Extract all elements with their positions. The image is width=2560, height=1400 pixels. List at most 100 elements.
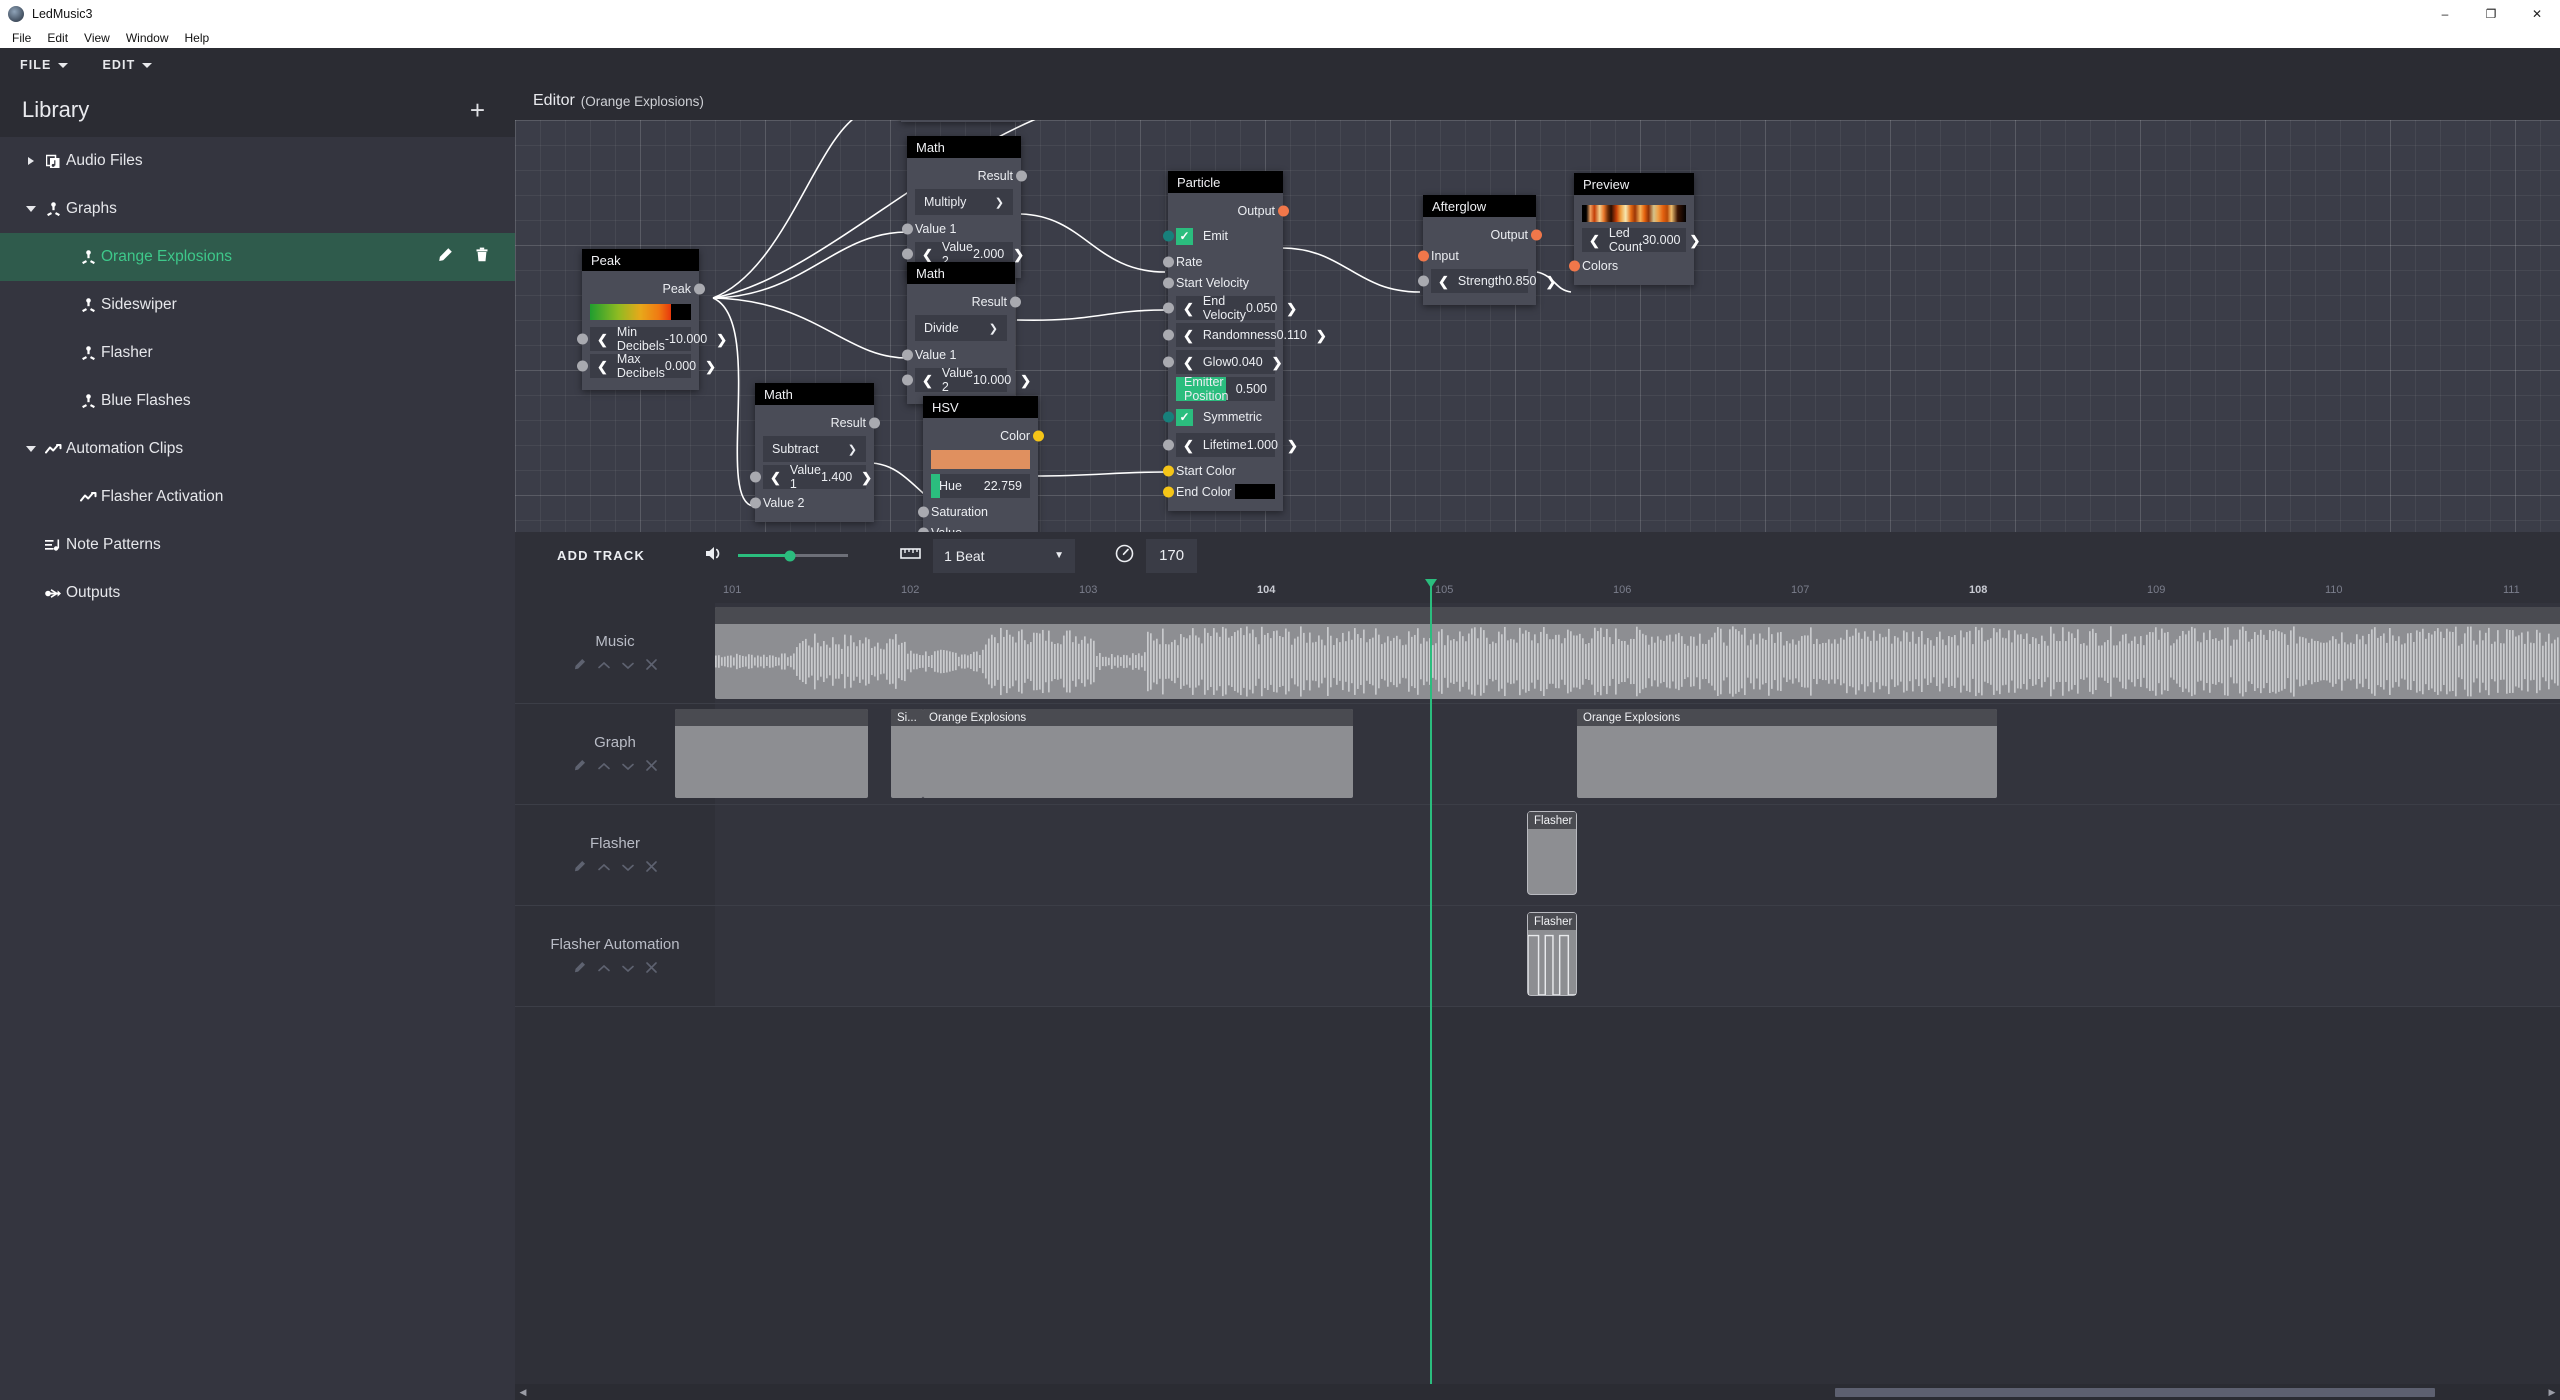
move-down-icon[interactable] — [622, 658, 634, 673]
input-pin[interactable] — [902, 249, 913, 260]
output-pin[interactable] — [694, 283, 705, 294]
chevron-left-icon[interactable]: ❮ — [922, 248, 933, 261]
symmetric-checkbox[interactable]: ✓ — [1176, 409, 1193, 426]
chevron-left-icon[interactable]: ❮ — [1183, 302, 1194, 315]
port-result-output[interactable]: Result — [915, 165, 1013, 186]
port-value1-input[interactable]: Value 1 — [915, 218, 1013, 239]
sidebar-item-orange-explosions[interactable]: Orange Explosions — [0, 233, 515, 281]
port-output[interactable]: Output — [1431, 224, 1528, 245]
menu-window[interactable]: Window — [118, 28, 177, 48]
chevron-right-icon[interactable]: ❯ — [1013, 248, 1024, 261]
maximize-button[interactable]: ❐ — [2468, 0, 2514, 28]
emit-checkbox[interactable]: ✓ — [1176, 228, 1193, 245]
sidebar-item-note-patterns[interactable]: Note Patterns — [0, 521, 515, 569]
node-particle[interactable]: Particle Output ✓ Emit Rate — [1168, 171, 1283, 511]
edit-icon[interactable] — [438, 247, 453, 267]
move-up-icon[interactable] — [598, 658, 610, 673]
chevron-down-icon[interactable] — [22, 446, 40, 452]
remove-icon[interactable] — [646, 759, 657, 774]
node-afterglow[interactable]: Afterglow Output Input ❮ Strength 0.8 — [1423, 195, 1536, 305]
input-pin[interactable] — [902, 349, 913, 360]
chevron-left-icon[interactable]: ❮ — [1183, 356, 1194, 369]
field-strength[interactable]: ❮ Strength 0.850 ❯ — [1431, 269, 1528, 293]
input-pin[interactable] — [1418, 276, 1429, 287]
playhead[interactable] — [1430, 603, 1432, 1384]
chevron-left-icon[interactable]: ❮ — [770, 471, 781, 484]
minimize-button[interactable]: – — [2422, 0, 2468, 28]
output-pin[interactable] — [1531, 229, 1542, 240]
node-hsv[interactable]: HSV Color Hue 22.759 Satu — [923, 396, 1038, 532]
operation-dropdown[interactable]: Divide ❯ — [915, 315, 1007, 341]
sidebar-item-flasher[interactable]: Flasher — [0, 329, 515, 377]
sidebar-item-automation-clips[interactable]: Automation Clips — [0, 425, 515, 473]
port-saturation-input[interactable]: Saturation — [931, 501, 1030, 522]
menu-file[interactable]: File — [4, 28, 39, 48]
remove-icon[interactable] — [646, 961, 657, 976]
port-value-input[interactable]: Value — [931, 522, 1030, 532]
playhead-ruler[interactable] — [1430, 579, 1432, 603]
edit-icon[interactable] — [574, 961, 586, 976]
timeline-clip[interactable]: Orange Explosions — [923, 709, 1353, 798]
field-value2[interactable]: ❮ Value 2 10.000 ❯ — [915, 368, 1007, 392]
node-graph-canvas[interactable]: Peak Peak ❮ Min Decibels -10.000 ❯ — [515, 120, 2560, 532]
scroll-right-icon[interactable]: ▶ — [2544, 1387, 2560, 1398]
output-pin[interactable] — [869, 417, 880, 428]
end-color-swatch[interactable] — [1235, 484, 1275, 499]
timeline-clip[interactable]: Si... — [891, 709, 923, 798]
move-down-icon[interactable] — [622, 961, 634, 976]
snap-select[interactable]: 1 Beat ▼ — [933, 539, 1075, 573]
field-emit[interactable]: ✓ Emit — [1176, 223, 1275, 249]
field-value1[interactable]: ❮ Value 1 1.400 ❯ — [763, 465, 866, 489]
node-math-multiply[interactable]: Math Result Multiply ❯ Value 1 — [907, 136, 1021, 278]
chevron-right-icon[interactable]: ❯ — [1020, 374, 1031, 387]
port-result-output[interactable]: Result — [763, 412, 866, 433]
port-colors-input[interactable]: Colors — [1582, 255, 1686, 276]
track-lane[interactable] — [715, 603, 2560, 703]
field-symmetric[interactable]: ✓ Symmetric — [1176, 404, 1275, 430]
track-lane[interactable]: Flasher — [715, 805, 2560, 905]
field-randomness[interactable]: ❮ Randomness 0.110 ❯ — [1176, 323, 1275, 347]
move-down-icon[interactable] — [622, 759, 634, 774]
sidebar-item-sideswiper[interactable]: Sideswiper — [0, 281, 515, 329]
move-up-icon[interactable] — [598, 759, 610, 774]
edit-icon[interactable] — [574, 759, 586, 774]
port-value2-input[interactable]: Value 2 — [763, 492, 866, 513]
field-min-decibels[interactable]: ❮ Min Decibels -10.000 ❯ — [590, 327, 691, 351]
output-pin[interactable] — [1278, 205, 1289, 216]
port-start-color-input[interactable]: Start Color — [1176, 460, 1275, 481]
operation-dropdown[interactable]: Subtract ❯ — [763, 436, 866, 462]
node-math-subtract[interactable]: Math Result Subtract ❯ ❮ Value 1 1.400 — [755, 383, 874, 522]
operation-dropdown[interactable]: Multiply ❯ — [915, 189, 1013, 215]
menu-edit[interactable]: Edit — [39, 28, 76, 48]
output-pin[interactable] — [1033, 430, 1044, 441]
chevron-right-icon[interactable] — [22, 157, 40, 165]
timeline-clip[interactable] — [715, 607, 2560, 699]
input-pin[interactable] — [1163, 231, 1174, 242]
node-offscreen-top[interactable] — [901, 120, 1021, 122]
scroll-thumb[interactable] — [1835, 1388, 2435, 1397]
sidebar-item-blue-flashes[interactable]: Blue Flashes — [0, 377, 515, 425]
chevron-down-icon[interactable] — [22, 206, 40, 212]
volume-slider[interactable] — [738, 554, 848, 557]
sidebar-item-flasher-activation[interactable]: Flasher Activation — [0, 473, 515, 521]
timeline-clip[interactable]: Orange Explosions — [1577, 709, 1997, 798]
timeline-clip[interactable] — [675, 709, 868, 798]
chevron-left-icon[interactable]: ❮ — [1183, 439, 1194, 452]
input-pin[interactable] — [750, 497, 761, 508]
input-pin[interactable] — [577, 334, 588, 345]
input-pin[interactable] — [1163, 412, 1174, 423]
chevron-left-icon[interactable]: ❮ — [1183, 329, 1194, 342]
move-down-icon[interactable] — [622, 860, 634, 875]
port-end-color-input[interactable]: End Color — [1176, 481, 1275, 502]
input-pin[interactable] — [577, 361, 588, 372]
scroll-left-icon[interactable]: ◀ — [515, 1387, 531, 1398]
input-pin[interactable] — [918, 506, 929, 517]
chevron-right-icon[interactable]: ❯ — [1689, 234, 1700, 247]
input-pin[interactable] — [1163, 465, 1174, 476]
horizontal-scrollbar[interactable]: ◀ ▶ — [515, 1384, 2560, 1400]
input-pin[interactable] — [902, 223, 913, 234]
menu-view[interactable]: View — [76, 28, 118, 48]
menu-help[interactable]: Help — [177, 28, 218, 48]
port-value1-input[interactable]: Value 1 — [915, 344, 1007, 365]
node-preview[interactable]: Preview ❮ Led Count 30.000 ❯ Colors — [1574, 173, 1694, 285]
